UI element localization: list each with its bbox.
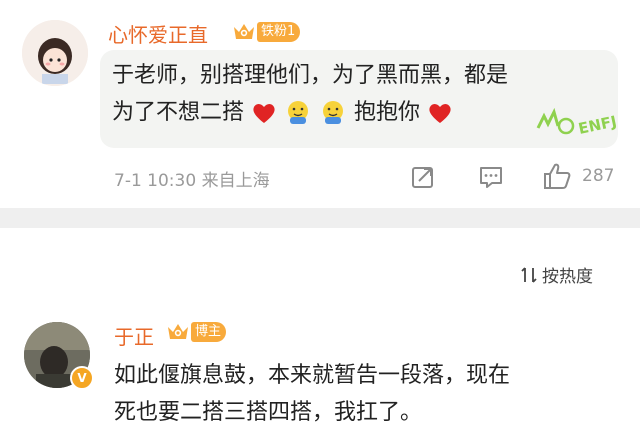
- section-divider: [0, 208, 640, 228]
- comment-icon[interactable]: [478, 164, 504, 190]
- share-icon[interactable]: [410, 164, 436, 190]
- author-badge: 博主: [166, 320, 227, 344]
- comment-meta: 7-1 10:30 来自上海: [114, 166, 270, 191]
- comment-text-segment: 抱抱你: [354, 100, 421, 125]
- fan-badge-label: 铁粉1: [257, 22, 301, 42]
- hug-emoji-icon: [288, 101, 309, 124]
- hug-emoji-icon: [323, 101, 344, 124]
- comment-time: 7-1 10:30: [114, 171, 197, 191]
- like-count: 287: [582, 166, 615, 186]
- username[interactable]: 于正: [114, 321, 154, 350]
- verified-icon: V: [70, 366, 94, 390]
- fan-badge[interactable]: 铁粉1: [232, 20, 301, 44]
- avatar[interactable]: [22, 20, 88, 86]
- sort-button[interactable]: 按热度: [520, 262, 593, 287]
- sort-icon: [521, 266, 537, 283]
- comment-text-line1: 于老师，别搭理他们，为了黑而黑，都是: [112, 63, 509, 88]
- username[interactable]: 心怀爱正直: [108, 19, 208, 48]
- crown-icon: [234, 24, 254, 39]
- heart-emoji-icon: [429, 104, 451, 123]
- comment-text-line1: 如此偃旗息鼓，本来就暂告一段落，现在: [114, 363, 511, 388]
- sort-label: 按热度: [542, 267, 593, 287]
- crown-icon: [168, 324, 188, 339]
- comment-text-segment: 为了不想二搭: [112, 100, 245, 125]
- personality-badge: ENFJ: [536, 107, 619, 138]
- author-badge-label: 博主: [191, 322, 227, 342]
- personality-badge-label: ENFJ: [577, 112, 619, 138]
- comment-source: 来自上海: [201, 171, 270, 191]
- like-icon[interactable]: [542, 162, 572, 190]
- heart-emoji-icon: [253, 104, 275, 123]
- comment-text-line2: 为了不想二搭 抱抱你: [112, 93, 453, 133]
- comment-text-line2: 死也要二搭三搭四搭，我扛了。: [114, 400, 423, 425]
